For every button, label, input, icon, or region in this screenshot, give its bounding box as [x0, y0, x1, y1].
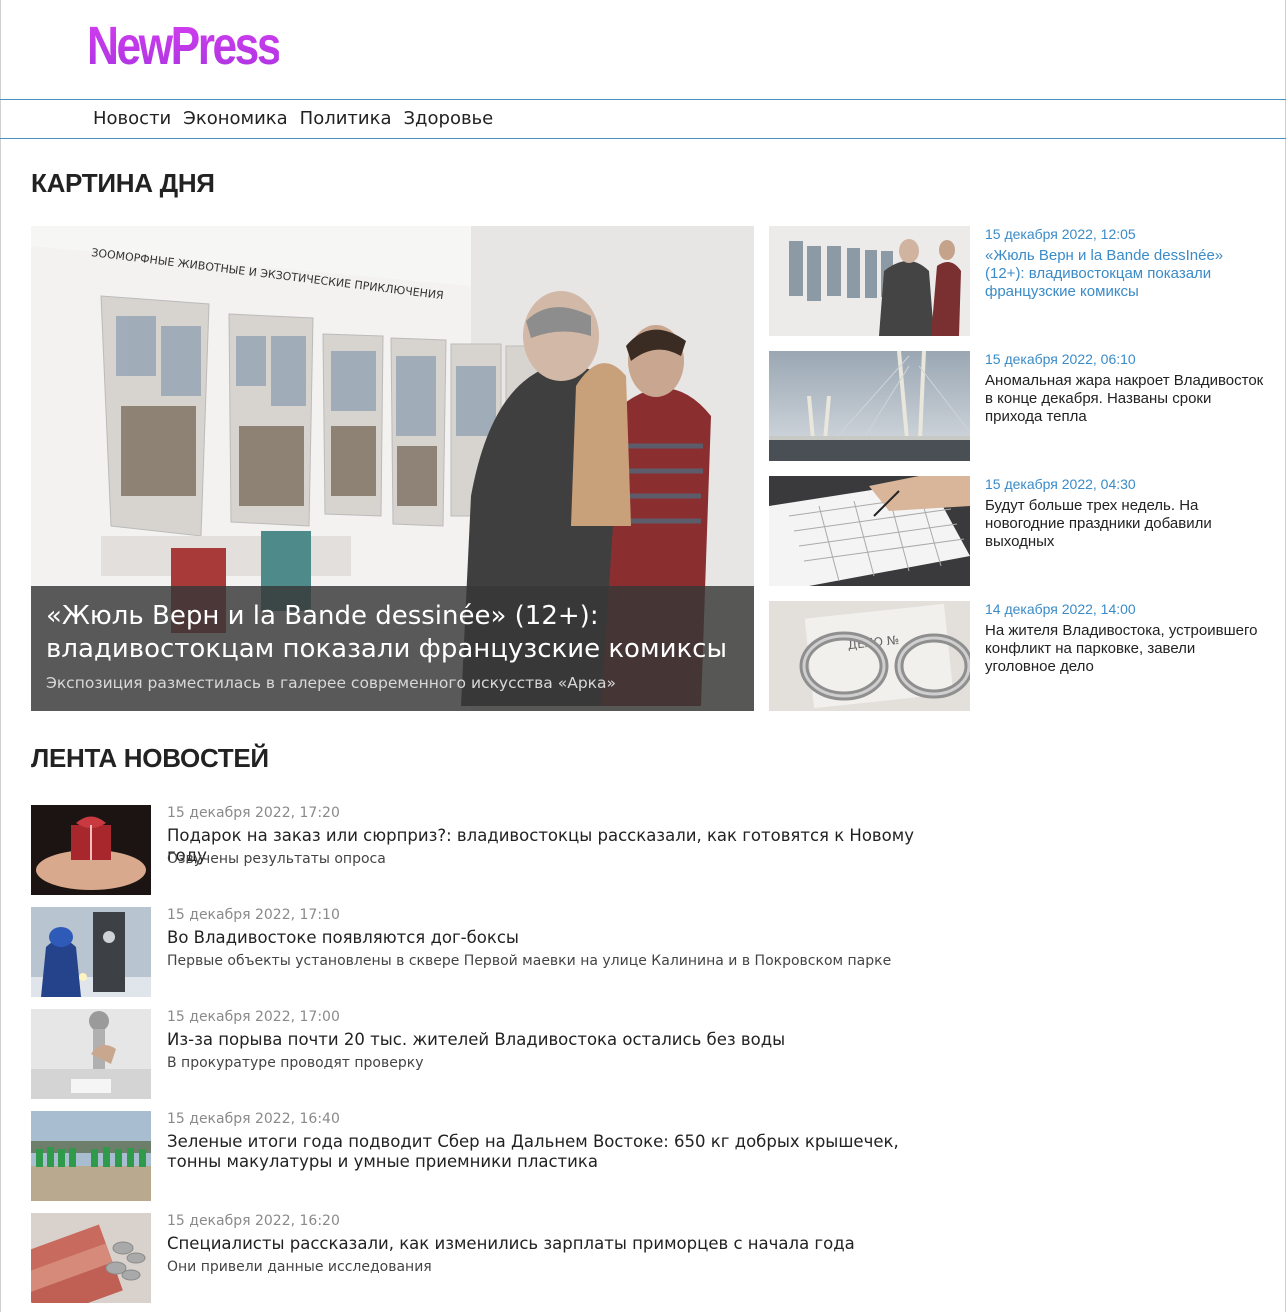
feed-date: 15 декабря 2022, 17:00: [167, 1009, 340, 1025]
feed-subtitle: Первые объекты установлены в сквере Перв…: [167, 953, 892, 969]
site-logo[interactable]: NewPress: [87, 14, 281, 78]
feed-item[interactable]: 15 декабря 2022, 17:20 Подарок на заказ …: [31, 805, 931, 895]
feed-item[interactable]: 15 декабря 2022, 16:40 Зеленые итоги год…: [31, 1111, 931, 1201]
side-news-title[interactable]: Аномальная жара накроет Владивосток в ко…: [985, 372, 1265, 426]
side-news-item[interactable]: 15 декабря 2022, 06:10 Аномальная жара н…: [769, 351, 1269, 461]
side-news-image: [769, 476, 970, 586]
side-news-title[interactable]: «Жюль Верн и la Bande dessInée» (12+): в…: [985, 247, 1265, 301]
side-news-date: 14 декабря 2022, 14:00: [985, 601, 1136, 617]
side-news-image: [769, 226, 970, 336]
side-news-date: 15 декабря 2022, 06:10: [985, 351, 1136, 367]
feed-date: 15 декабря 2022, 17:10: [167, 907, 340, 923]
feed-item[interactable]: 15 декабря 2022, 17:00 Из-за порыва почт…: [31, 1009, 931, 1099]
feed-image: [31, 1111, 151, 1201]
hero-caption: «Жюль Верн и la Bande dessinée» (12+): в…: [31, 586, 754, 711]
side-news-date: 15 декабря 2022, 12:05: [985, 226, 1136, 242]
section-title-news-feed: ЛЕНТА НОВОСТЕЙ: [31, 743, 269, 773]
side-news-title[interactable]: На жителя Владивостока, устроившего конф…: [985, 622, 1265, 676]
feed-title[interactable]: Из-за порыва почти 20 тыс. жителей Влади…: [167, 1030, 917, 1050]
feed-date: 15 декабря 2022, 16:40: [167, 1111, 340, 1127]
feed-subtitle: Озвучены результаты опроса: [167, 851, 386, 867]
side-news-title[interactable]: Будут больше трех недель. На новогодние …: [985, 497, 1265, 551]
nav-item-politics[interactable]: Политика: [300, 108, 392, 130]
nav-item-news[interactable]: Новости: [93, 108, 171, 130]
feed-image: [31, 1009, 151, 1099]
side-news-image: [769, 351, 970, 461]
side-news-item[interactable]: ДЕЛО № 14 декабря 2022, 14:00 На жителя …: [769, 601, 1269, 711]
feed-date: 15 декабря 2022, 17:20: [167, 805, 340, 821]
feed-date: 15 декабря 2022, 16:20: [167, 1213, 340, 1229]
nav-item-economy[interactable]: Экономика: [183, 108, 287, 130]
hero-card[interactable]: ЗООМОРФНЫЕ ЖИВОТНЫЕ И ЭКЗОТИЧЕСКИЕ ПРИКЛ…: [31, 226, 754, 711]
nav-item-health[interactable]: Здоровье: [404, 108, 494, 130]
feed-image: [31, 805, 151, 895]
side-news-image: ДЕЛО №: [769, 601, 970, 711]
feed-title[interactable]: Специалисты рассказали, как изменились з…: [167, 1234, 917, 1254]
feed-image: [31, 907, 151, 997]
feed-item[interactable]: 15 декабря 2022, 16:20 Специалисты расск…: [31, 1213, 931, 1303]
hero-title[interactable]: «Жюль Верн и la Bande dessinée» (12+): в…: [46, 600, 739, 666]
main-nav: Новости Экономика Политика Здоровье: [0, 100, 1286, 139]
side-news-item[interactable]: 15 декабря 2022, 04:30 Будут больше трех…: [769, 476, 1269, 586]
feed-subtitle: В прокуратуре проводят проверку: [167, 1055, 424, 1071]
side-news-item[interactable]: 15 декабря 2022, 12:05 «Жюль Верн и la B…: [769, 226, 1269, 336]
feed-image: [31, 1213, 151, 1303]
feed-item[interactable]: 15 декабря 2022, 17:10 Во Владивостоке п…: [31, 907, 931, 997]
feed-title[interactable]: Во Владивостоке появляются дог-боксы: [167, 928, 917, 948]
section-title-day-picture: КАРТИНА ДНЯ: [31, 168, 215, 198]
hero-subtitle: Экспозиция разместилась в галерее соврем…: [46, 674, 617, 692]
site-header: NewPress: [0, 0, 1286, 100]
side-news-date: 15 декабря 2022, 04:30: [985, 476, 1136, 492]
feed-title[interactable]: Зеленые итоги года подводит Сбер на Даль…: [167, 1132, 917, 1172]
feed-subtitle: Они привели данные исследования: [167, 1259, 432, 1275]
